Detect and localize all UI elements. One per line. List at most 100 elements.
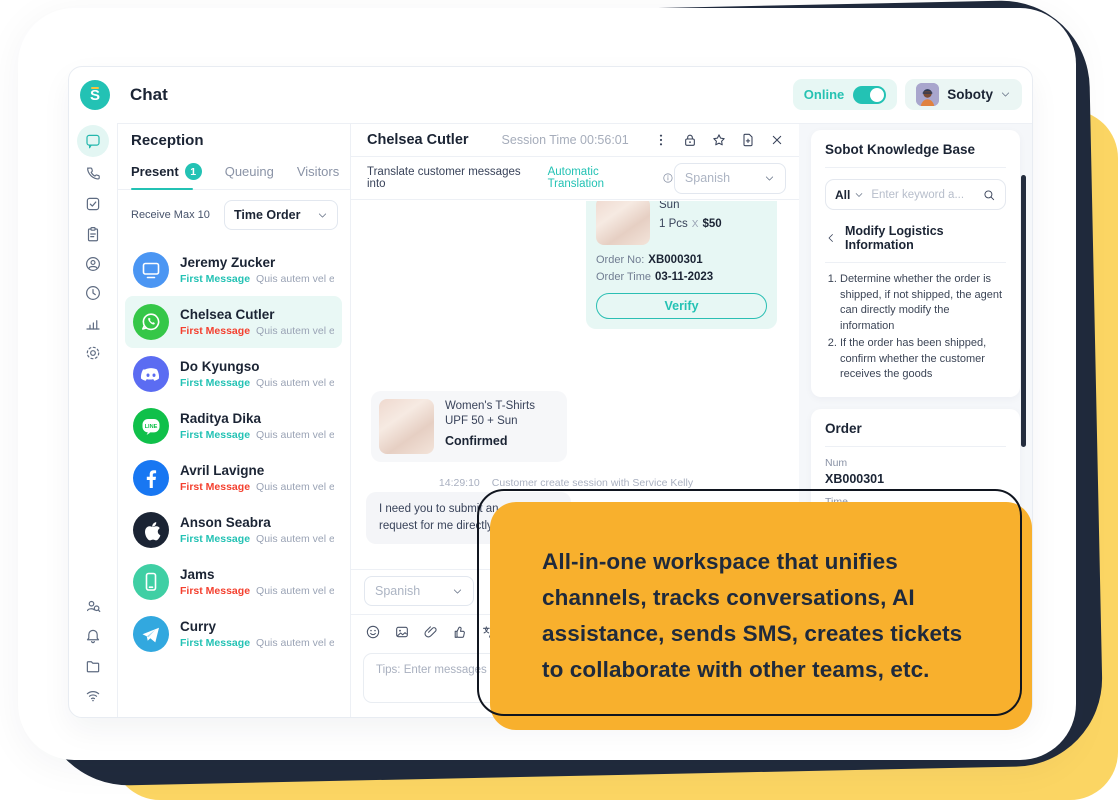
contact-do-kyungso[interactable]: Do Kyungso First MessageQuis autem vel e… — [125, 348, 342, 400]
user-menu[interactable]: Soboty — [905, 79, 1022, 110]
search-icon[interactable] — [982, 188, 996, 202]
order-card-message: Sun 1 PcsX$50 Order No:XB000301 Order Ti… — [586, 201, 777, 329]
first-message-tag: First Message — [180, 481, 250, 493]
verify-button[interactable]: Verify — [596, 293, 767, 319]
tab-present-badge: 1 — [185, 163, 202, 180]
star-icon[interactable] — [711, 132, 727, 148]
chat-customer-name: Chelsea Cutler — [367, 132, 469, 148]
tab-queuing[interactable]: Queuing — [225, 164, 274, 179]
nav-analytics-icon[interactable] — [82, 312, 104, 334]
knowledge-article-header[interactable]: Modify Logistics Information — [825, 224, 1006, 263]
chevron-down-icon — [1000, 89, 1011, 100]
tab-visitors[interactable]: Visitors — [297, 164, 339, 179]
nav-agents-icon[interactable] — [82, 253, 104, 275]
channel-icon-line: LINE — [133, 408, 169, 444]
knowledge-base-title: Sobot Knowledge Base — [825, 142, 1006, 168]
contact-list: Jeremy Zucker First MessageQuis autem ve… — [125, 244, 342, 660]
knowledge-filter-select[interactable]: All — [835, 188, 850, 202]
contact-jeremy-zucker[interactable]: Jeremy Zucker First MessageQuis autem ve… — [125, 244, 342, 296]
tab-present-label: Present — [131, 164, 179, 179]
reception-panel: Reception Present 1 Queuing Visitors Rec… — [118, 124, 351, 717]
tab-present[interactable]: Present 1 — [131, 163, 202, 180]
contact-chelsea-cutler[interactable]: Chelsea Cutler First MessageQuis autem v… — [125, 296, 342, 348]
first-message-tag: First Message — [180, 533, 250, 545]
product-title: Sun — [659, 201, 722, 211]
channel-icon-whatsapp — [133, 304, 169, 340]
channel-icon-facebook — [133, 460, 169, 496]
panel-scrollbar[interactable] — [1021, 175, 1026, 447]
contact-avril-lavigne[interactable]: Avril Lavigne First MessageQuis autem ve… — [125, 452, 342, 504]
knowledge-search-input[interactable] — [871, 189, 967, 201]
active-tab-underline — [131, 188, 193, 190]
chevron-left-icon — [825, 232, 837, 244]
receive-max-label: Receive Max 10 — [131, 209, 210, 221]
nav-tasks-icon[interactable] — [82, 193, 104, 215]
close-icon[interactable] — [769, 132, 785, 148]
callout-text: All-in-one workspace that unifies channe… — [542, 544, 986, 688]
online-status-label: Online — [804, 87, 844, 102]
first-message-tag: First Message — [180, 429, 250, 441]
attachment-icon[interactable] — [423, 624, 439, 640]
knowledge-base-card: Sobot Knowledge Base All Modify Logistic… — [811, 130, 1020, 397]
svg-text:LINE: LINE — [145, 424, 158, 430]
contact-curry[interactable]: Curry First MessageQuis autem vel eum iu… — [125, 608, 342, 660]
time-order-select[interactable]: Time Order — [224, 200, 338, 230]
page-title: Chat — [130, 85, 168, 105]
product-photo — [379, 399, 434, 454]
translate-mode-link[interactable]: Automatic Translation — [548, 166, 657, 190]
page: S Chat Online Soboty — [0, 0, 1120, 800]
channel-icon-discord — [133, 356, 169, 392]
channel-icon-web-chat — [133, 252, 169, 288]
nav-ticket-icon[interactable] — [82, 223, 104, 245]
order-num-value: XB000301 — [825, 472, 1006, 486]
first-message-tag: First Message — [180, 377, 250, 389]
compose-language-select[interactable]: Spanish — [364, 576, 474, 606]
contact-raditya-dika[interactable]: LINE Raditya Dika First MessageQuis aute… — [125, 400, 342, 452]
first-message-tag: First Message — [180, 585, 250, 597]
channel-icon-telegram — [133, 616, 169, 652]
user-avatar — [916, 83, 939, 106]
image-icon[interactable] — [394, 624, 410, 640]
nav-history-icon[interactable] — [82, 282, 104, 304]
user-name: Soboty — [947, 87, 993, 102]
callout-bubble: All-in-one workspace that unifies channe… — [490, 502, 1032, 730]
channel-icon-mobile-app — [133, 564, 169, 600]
nav-notifications-icon[interactable] — [82, 625, 104, 647]
file-add-icon[interactable] — [740, 132, 756, 148]
app-header: S Chat Online Soboty — [69, 67, 1032, 123]
product-message: Women's T-Shirts UPF 50 + Sun Confirmed — [371, 391, 567, 462]
info-icon[interactable] — [662, 172, 674, 184]
nav-network-icon[interactable] — [82, 684, 104, 706]
lock-icon[interactable] — [682, 132, 698, 148]
article-steps: Determine whether the order is shipped, … — [840, 272, 1006, 383]
channel-icon-apple — [133, 512, 169, 548]
contact-jams[interactable]: Jams First MessageQuis autem vel eum iu.… — [125, 556, 342, 608]
nav-settings-icon[interactable] — [82, 342, 104, 364]
emoji-icon[interactable] — [365, 624, 381, 640]
sobot-logo: S — [80, 80, 110, 110]
session-time: Session Time 00:56:01 — [502, 133, 629, 147]
article-title: Modify Logistics Information — [845, 224, 1006, 252]
nav-agent-search-icon[interactable] — [82, 595, 104, 617]
knowledge-search: All — [825, 179, 1006, 210]
translate-label: Translate customer messages into — [367, 166, 541, 190]
order-card-title: Order — [825, 421, 1006, 447]
translate-language-select[interactable]: Spanish — [674, 163, 786, 194]
reception-title: Reception — [131, 132, 338, 149]
thumbs-up-icon[interactable] — [452, 624, 468, 640]
article-step: If the order has been shipped, confirm w… — [840, 336, 1006, 383]
compose-toolbar — [365, 624, 497, 640]
chevron-down-icon — [764, 173, 775, 184]
online-toggle[interactable] — [853, 86, 886, 104]
first-message-tag: First Message — [180, 325, 250, 337]
article-step: Determine whether the order is shipped, … — [840, 272, 1006, 334]
contact-anson-seabra[interactable]: Anson Seabra First MessageQuis autem vel… — [125, 504, 342, 556]
more-options-icon[interactable] — [653, 132, 669, 148]
chevron-down-icon[interactable] — [854, 190, 864, 200]
chevron-down-icon — [317, 210, 328, 221]
nav-chat-icon[interactable] — [77, 125, 109, 157]
nav-files-icon[interactable] — [82, 655, 104, 677]
nav-phone-icon[interactable] — [82, 163, 104, 185]
online-status-pill: Online — [793, 79, 897, 110]
chevron-down-icon — [452, 586, 463, 597]
